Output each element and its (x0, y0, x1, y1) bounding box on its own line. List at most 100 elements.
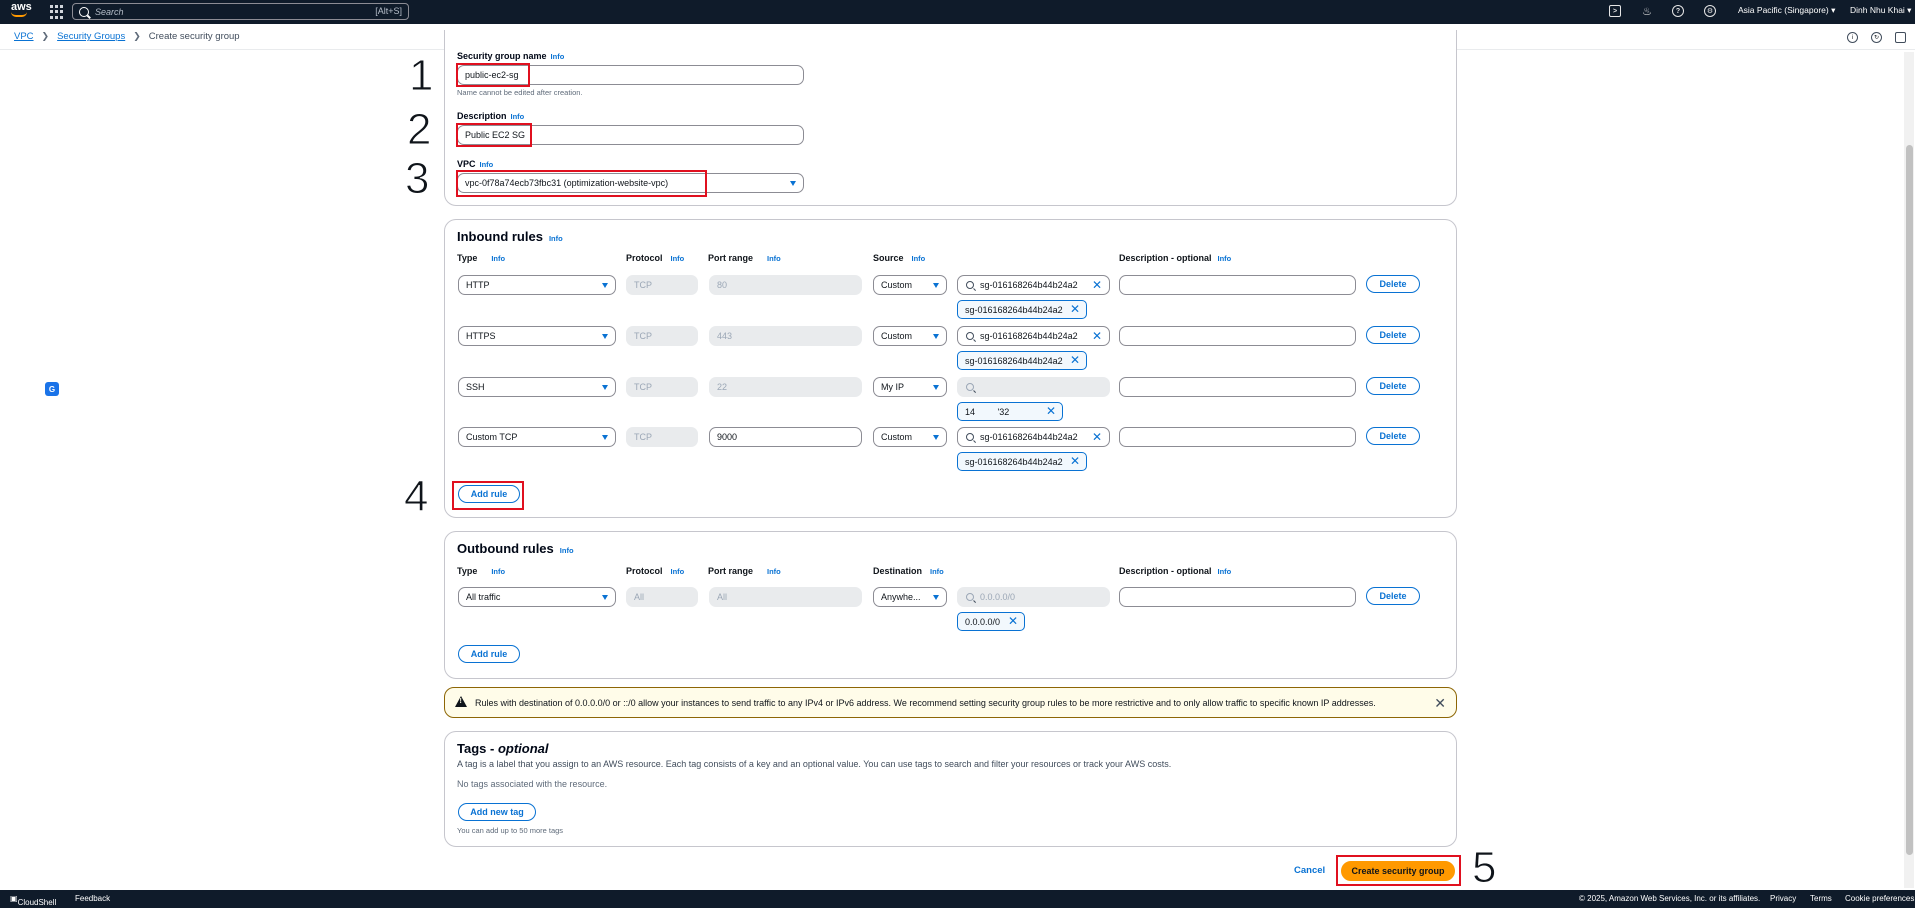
outbound-rules-title: Outbound rules Info (457, 541, 574, 556)
rule-description-input[interactable] (1119, 377, 1356, 397)
info-link[interactable]: Info (480, 160, 494, 169)
cancel-button[interactable]: Cancel (1294, 865, 1325, 876)
delete-rule-button[interactable]: Delete (1366, 587, 1420, 605)
gear-icon[interactable]: ⚙ (1704, 5, 1716, 17)
caret-down-icon (602, 385, 608, 390)
copyright-text: © 2025, Amazon Web Services, Inc. or its… (1579, 894, 1761, 903)
description-label: Description Info (457, 111, 525, 121)
delete-rule-button[interactable]: Delete (1366, 275, 1420, 293)
info-link[interactable]: Info (560, 546, 574, 555)
close-icon[interactable]: ✕ (1070, 455, 1080, 467)
delete-rule-button[interactable]: Delete (1366, 377, 1420, 395)
rule-source-select[interactable]: My IP (873, 377, 947, 397)
breadcrumb-security-groups[interactable]: Security Groups (57, 31, 125, 42)
rule-port-range: 22 (709, 377, 862, 397)
delete-rule-button[interactable]: Delete (1366, 326, 1420, 344)
rule-description-input[interactable] (1119, 427, 1356, 447)
rule-source-select[interactable]: Custom (873, 427, 947, 447)
info-link[interactable]: Info (1218, 567, 1232, 576)
breadcrumb-vpc[interactable]: VPC (14, 31, 34, 42)
col-port-range: Port range Info (708, 566, 781, 576)
info-link[interactable]: Info (671, 254, 685, 263)
info-panel-icon[interactable]: i (1847, 32, 1858, 43)
rule-source-search (957, 377, 1110, 397)
aws-logo[interactable]: aws (11, 2, 33, 20)
scrollbar-thumb[interactable] (1906, 145, 1913, 855)
breadcrumb: VPC ❯ Security Groups ❯ Create security … (14, 31, 240, 42)
close-icon[interactable]: ✕ (1008, 615, 1018, 627)
annotation-box-5 (1336, 855, 1461, 886)
rule-type-select[interactable]: HTTP (458, 275, 616, 295)
rule-description-input[interactable] (1119, 275, 1356, 295)
breadcrumb-current: Create security group (148, 31, 240, 42)
source-token: sg-016168264b44b24a2 ✕ (957, 452, 1087, 471)
rule-source-search[interactable]: sg-016168264b44b24a2 ✕ (957, 326, 1110, 346)
rule-description-input[interactable] (1119, 587, 1356, 607)
rule-source-search[interactable]: sg-016168264b44b24a2 ✕ (957, 275, 1110, 295)
search-icon (966, 383, 974, 391)
annotation-number-5: 5 (1471, 843, 1497, 892)
rule-description-input[interactable] (1119, 326, 1356, 346)
close-icon[interactable]: ✕ (1070, 354, 1080, 366)
info-link[interactable]: Info (511, 112, 525, 121)
privacy-link[interactable]: Privacy (1770, 894, 1796, 903)
info-link[interactable]: Info (930, 567, 944, 576)
caret-down-icon (602, 435, 608, 440)
rule-source-select[interactable]: Custom (873, 275, 947, 295)
caret-down-icon (602, 334, 608, 339)
rule-protocol: TCP (626, 427, 698, 447)
feedback-link[interactable]: Feedback (75, 894, 110, 903)
account-menu[interactable]: Dinh Nhu Khai ▾ (1850, 5, 1911, 16)
terms-link[interactable]: Terms (1810, 894, 1832, 903)
close-icon[interactable]: ✕ (1092, 431, 1102, 443)
info-link[interactable]: Info (1218, 254, 1232, 263)
services-grid-icon[interactable] (50, 5, 64, 19)
info-link[interactable]: Info (491, 254, 505, 263)
info-link[interactable]: Info (767, 254, 781, 263)
cloudshell-link[interactable]: ▣ CloudShell (10, 894, 56, 907)
caret-down-icon (933, 435, 939, 440)
rule-source-search[interactable]: sg-016168264b44b24a2 ✕ (957, 427, 1110, 447)
add-new-tag-button[interactable]: Add new tag (458, 803, 536, 821)
source-token: 14 '32 ✕ (957, 402, 1063, 421)
info-link[interactable]: Info (767, 567, 781, 576)
info-link[interactable]: Info (671, 567, 685, 576)
rule-port-range: 443 (709, 326, 862, 346)
rule-type-select[interactable]: All traffic (458, 587, 616, 607)
rule-source-select[interactable]: Custom (873, 326, 947, 346)
warning-icon (455, 696, 467, 707)
help-icon[interactable]: ? (1672, 5, 1684, 17)
region-selector[interactable]: Asia Pacific (Singapore) ▾ (1738, 5, 1835, 16)
info-link[interactable]: Info (491, 567, 505, 576)
close-icon[interactable]: ✕ (1092, 279, 1102, 291)
history-icon[interactable]: ↻ (1871, 32, 1882, 43)
col-description: Description - optional Info (1119, 253, 1232, 263)
rule-type-select[interactable]: SSH (458, 377, 616, 397)
close-icon[interactable]: ✕ (1434, 695, 1446, 712)
global-search-input[interactable]: Search [Alt+S] (72, 3, 409, 20)
rule-port-range-input[interactable]: 9000 (709, 427, 862, 447)
close-icon[interactable]: ✕ (1046, 405, 1056, 417)
cloudshell-icon[interactable]: > (1609, 5, 1621, 17)
close-icon[interactable]: ✕ (1070, 303, 1080, 315)
bell-icon[interactable]: ♨ (1641, 5, 1653, 18)
panel-toggle-icon[interactable] (1895, 32, 1906, 43)
delete-rule-button[interactable]: Delete (1366, 427, 1420, 445)
tags-limit-hint: You can add up to 50 more tags (457, 826, 564, 835)
info-link[interactable]: Info (549, 234, 563, 243)
add-outbound-rule-button[interactable]: Add rule (458, 645, 520, 663)
rule-destination-select[interactable]: Anywhe... (873, 587, 947, 607)
destination-token: 0.0.0.0/0 ✕ (957, 612, 1025, 631)
tags-panel (444, 731, 1457, 847)
cookie-preferences-link[interactable]: Cookie preferences (1845, 894, 1914, 903)
rule-type-select[interactable]: HTTPS (458, 326, 616, 346)
rule-protocol: TCP (626, 275, 698, 295)
caret-down-icon (933, 595, 939, 600)
info-link[interactable]: Info (912, 254, 926, 263)
rule-type-select[interactable]: Custom TCP (458, 427, 616, 447)
search-icon (966, 332, 974, 340)
close-icon[interactable]: ✕ (1092, 330, 1102, 342)
translate-icon[interactable]: G (45, 382, 59, 396)
info-link[interactable]: Info (551, 52, 565, 61)
rule-destination-search: 0.0.0.0/0 (957, 587, 1110, 607)
